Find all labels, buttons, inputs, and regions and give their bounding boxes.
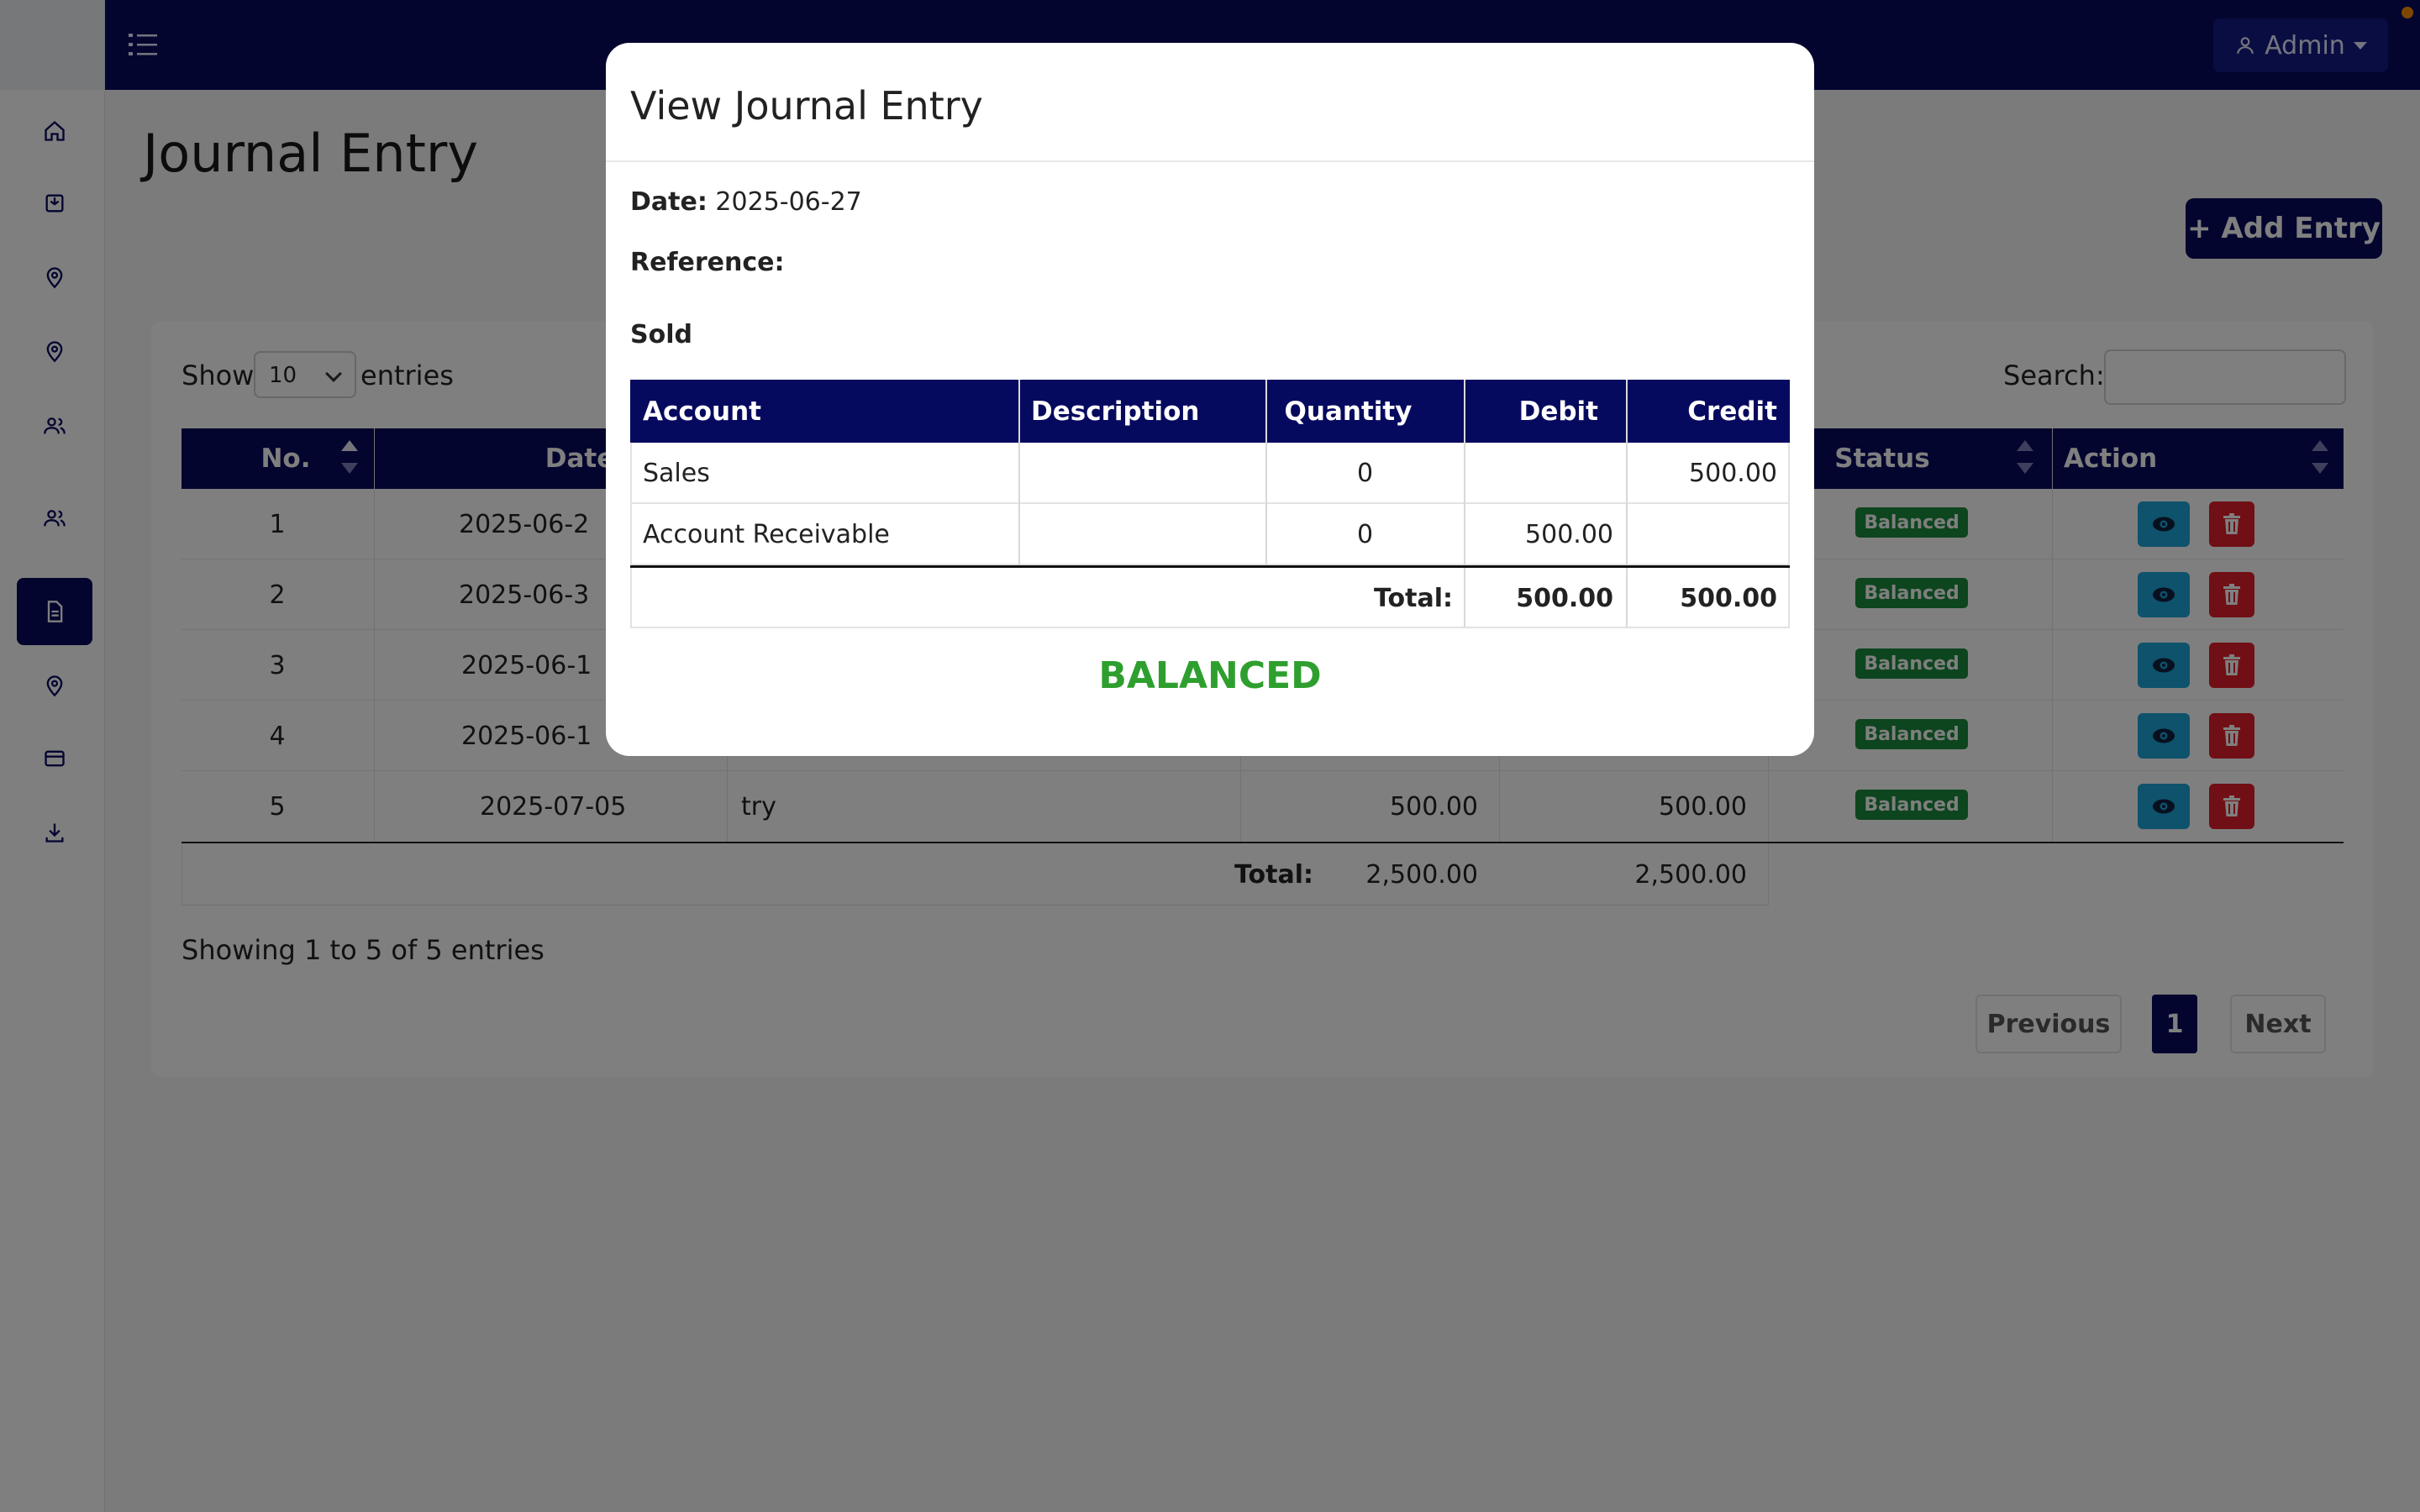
modal-col-quantity: Quantity bbox=[1284, 396, 1413, 427]
modal-col-debit: Debit bbox=[1518, 396, 1598, 427]
date-value: 2025-06-27 bbox=[715, 187, 862, 217]
modal-total-label: Total: bbox=[1374, 583, 1453, 613]
modal-memo: Sold bbox=[630, 320, 692, 349]
modal-line-row bbox=[630, 443, 1790, 504]
modal-total-credit: 500.00 bbox=[1680, 583, 1777, 613]
line-credit bbox=[1628, 504, 1777, 565]
line-debit bbox=[1466, 443, 1613, 504]
modal-date: Date: 2025-06-27 bbox=[630, 187, 862, 217]
modal-total-debit: 500.00 bbox=[1516, 583, 1613, 613]
reference-label: Reference: bbox=[630, 248, 785, 277]
line-debit: 500.00 bbox=[1525, 520, 1613, 549]
line-quantity: 0 bbox=[1356, 459, 1374, 488]
modal-col-credit: Credit bbox=[1687, 396, 1777, 427]
modal-reference: Reference: bbox=[630, 248, 784, 277]
modal-title: View Journal Entry bbox=[630, 83, 983, 129]
line-account: Account Receivable bbox=[643, 520, 890, 549]
modal-header-divider bbox=[606, 160, 1814, 162]
line-quantity: 0 bbox=[1356, 520, 1374, 549]
modal-col-description: Description bbox=[1031, 396, 1200, 427]
balance-status: BALANCED bbox=[1098, 654, 1322, 697]
line-account: Sales bbox=[643, 459, 710, 488]
line-credit: 500.00 bbox=[1689, 459, 1777, 488]
view-journal-entry-modal: View Journal Entry Date: 2025-06-27 Refe… bbox=[606, 43, 1814, 756]
modal-col-account: Account bbox=[643, 396, 761, 427]
date-label: Date: bbox=[630, 187, 708, 217]
modal-table-header bbox=[630, 380, 1790, 443]
modal-column-divider bbox=[1018, 380, 1020, 565]
